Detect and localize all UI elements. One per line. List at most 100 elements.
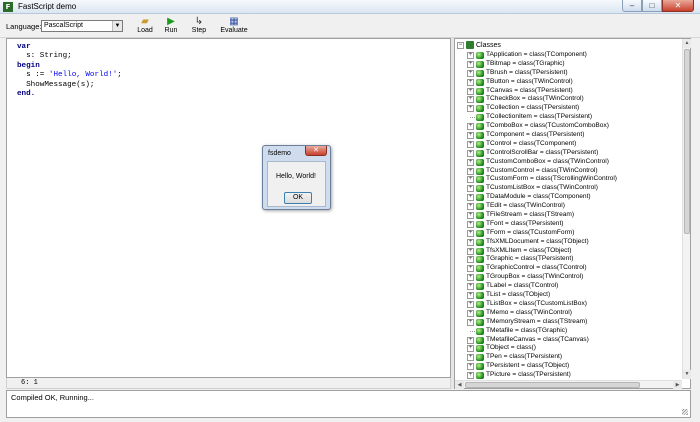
expand-icon[interactable]: + (467, 300, 474, 308)
expand-icon[interactable]: + (467, 123, 474, 131)
tree-item[interactable]: + TFileStream = class(TStream) (467, 211, 679, 220)
expand-icon[interactable]: + (467, 167, 474, 175)
scroll-right-icon[interactable]: ▶ (673, 381, 682, 389)
output-panel[interactable]: Compiled OK, Running... (6, 390, 691, 418)
tree-item[interactable]: + TFont = class(TPersistent) (467, 220, 679, 229)
tree-vertical-scrollbar[interactable]: ▲ ▼ (682, 39, 691, 379)
tree-item[interactable]: + TBitmap = class(TGraphic) (467, 60, 679, 69)
expand-icon[interactable]: + (467, 78, 474, 86)
expand-icon[interactable]: + (467, 309, 474, 317)
close-button[interactable]: ✕ (662, 0, 694, 12)
step-button[interactable]: ↳ Step (186, 16, 212, 37)
tree-item[interactable]: + TPersistent = class(TObject) (467, 362, 679, 371)
fastscript-app-icon[interactable]: F (3, 2, 13, 12)
expand-icon[interactable]: + (467, 87, 474, 95)
code-line[interactable]: s: String; (17, 52, 122, 61)
expand-icon[interactable]: + (467, 274, 474, 282)
expand-icon[interactable]: + (467, 220, 474, 228)
scroll-up-icon[interactable]: ▲ (683, 39, 691, 48)
tree-item[interactable]: + TCustomForm = class(TScrollingWinContro… (467, 175, 679, 184)
tree-item[interactable]: + TCollection = class(TPersistent) (467, 104, 679, 113)
expand-icon[interactable]: + (467, 354, 474, 362)
code-line[interactable]: end. (17, 90, 122, 99)
expand-icon[interactable]: + (467, 203, 474, 211)
expand-icon[interactable]: + (467, 318, 474, 326)
code-line[interactable]: ShowMessage(s); (17, 81, 122, 90)
tree-item[interactable]: + TBrush = class(TPersistent) (467, 69, 679, 78)
expand-icon[interactable]: + (467, 256, 474, 264)
expand-icon[interactable]: + (467, 363, 474, 371)
expand-icon[interactable]: + (467, 69, 474, 77)
resize-grip-icon[interactable] (682, 409, 688, 415)
tree-item[interactable]: + TForm = class(TCustomForm) (467, 229, 679, 238)
class-tree[interactable]: − Classes + TApplication = class(TComponen… (454, 38, 691, 389)
code-line[interactable]: s := 'Hello, World!'; (17, 71, 122, 80)
expand-icon[interactable]: + (467, 292, 474, 300)
language-select[interactable]: PascalScript ▼ (41, 20, 123, 32)
tree-item[interactable]: + TPicture = class(TPersistent) (467, 371, 679, 380)
tree-horizontal-scrollbar[interactable]: ◀ ▶ (455, 380, 682, 389)
scroll-left-icon[interactable]: ◀ (455, 381, 464, 389)
code-line[interactable]: var (17, 43, 122, 52)
tree-item[interactable]: + TfsXMLItem = class(TObject) (467, 247, 679, 256)
scroll-thumb[interactable] (684, 49, 690, 234)
hscroll-thumb[interactable] (465, 382, 640, 388)
tree-item[interactable]: + TButton = class(TWinControl) (467, 78, 679, 87)
expand-icon[interactable]: + (467, 140, 474, 148)
expand-icon[interactable]: + (467, 283, 474, 291)
tree-item[interactable]: + TPen = class(TPersistent) (467, 353, 679, 362)
chevron-down-icon[interactable]: ▼ (112, 21, 122, 31)
tree-item[interactable]: + TMetafileCanvas = class(TCanvas) (467, 336, 679, 345)
tree-item[interactable]: + TEdit = class(TWinControl) (467, 202, 679, 211)
expand-icon[interactable]: + (467, 149, 474, 157)
expand-icon[interactable]: + (467, 96, 474, 104)
tree-item[interactable]: + TLabel = class(TControl) (467, 282, 679, 291)
tree-item[interactable]: + TComponent = class(TPersistent) (467, 131, 679, 140)
tree-item[interactable]: + TMemoryStream = class(TStream) (467, 318, 679, 327)
tree-item[interactable]: + TControl = class(TComponent) (467, 140, 679, 149)
expand-icon[interactable]: + (467, 158, 474, 166)
expand-icon[interactable]: + (467, 345, 474, 353)
expand-icon[interactable]: + (467, 265, 474, 273)
tree-item[interactable]: + TCanvas = class(TPersistent) (467, 87, 679, 96)
tree-item[interactable]: + TCustomControl = class(TWinControl) (467, 167, 679, 176)
tree-item[interactable]: + TCheckBox = class(TWinControl) (467, 95, 679, 104)
tree-item[interactable]: + TGroupBox = class(TWinControl) (467, 273, 679, 282)
tree-item[interactable]: + TfsXMLDocument = class(TObject) (467, 238, 679, 247)
tree-item[interactable]: + TGraphicControl = class(TControl) (467, 264, 679, 273)
scroll-down-icon[interactable]: ▼ (683, 370, 691, 379)
code-editor[interactable]: var s: String; begin s := 'Hello, World!'… (6, 38, 451, 378)
ok-button[interactable]: OK (284, 192, 312, 204)
expand-icon[interactable]: + (467, 52, 474, 59)
tree-item[interactable]: + TList = class(TObject) (467, 291, 679, 300)
expand-icon[interactable]: + (467, 132, 474, 140)
expand-icon[interactable]: + (467, 229, 474, 237)
expand-icon[interactable]: + (467, 247, 474, 255)
tree-item[interactable]: + TCustomComboBox = class(TWinControl) (467, 158, 679, 167)
tree-item[interactable]: + TComboBox = class(TCustomComboBox) (467, 122, 679, 131)
dialog-close-button[interactable]: ✕ (305, 146, 327, 156)
tree-item[interactable]: + TDataModule = class(TComponent) (467, 193, 679, 202)
expand-icon[interactable]: + (467, 212, 474, 220)
tree-item[interactable]: + TMemo = class(TWinControl) (467, 309, 679, 318)
minimize-button[interactable]: – (622, 0, 642, 12)
expand-icon[interactable]: + (467, 336, 474, 344)
load-button[interactable]: ▰ Load (132, 16, 158, 37)
tree-item[interactable]: + TControlScrollBar = class(TPersistent) (467, 149, 679, 158)
expand-icon[interactable]: + (467, 176, 474, 184)
tree-item[interactable]: + TGraphic = class(TPersistent) (467, 255, 679, 264)
tree-item[interactable]: + TApplication = class(TComponent) (467, 51, 679, 60)
tree-item[interactable]: + TObject = class() (467, 344, 679, 353)
tree-root-classes[interactable]: − Classes (457, 41, 501, 50)
expand-icon[interactable]: + (467, 372, 474, 380)
tree-item[interactable]: + TListBox = class(TCustomListBox) (467, 300, 679, 309)
expand-icon[interactable]: + (467, 194, 474, 202)
code-line[interactable]: begin (17, 62, 122, 71)
expand-icon[interactable]: + (467, 238, 474, 246)
expand-icon[interactable]: + (467, 185, 474, 193)
expand-icon[interactable]: + (467, 105, 474, 113)
tree-item[interactable]: TMetafile = class(TGraphic) (467, 327, 679, 336)
maximize-button[interactable]: □ (642, 0, 662, 12)
tree-item[interactable]: + TCustomListBox = class(TWinControl) (467, 184, 679, 193)
code-text[interactable]: var s: String; begin s := 'Hello, World!'… (17, 43, 122, 99)
